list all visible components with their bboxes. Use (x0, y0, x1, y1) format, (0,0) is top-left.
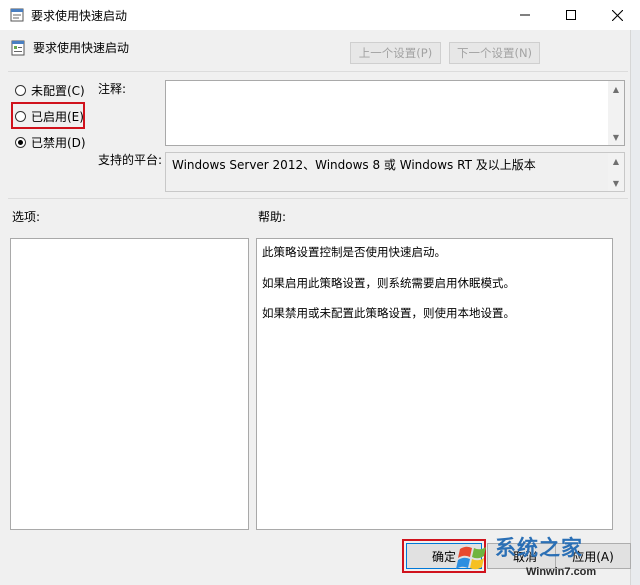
next-setting-button[interactable]: 下一个设置(N) (449, 42, 540, 64)
windows-logo-icon (456, 546, 486, 570)
annotation-highlight-enabled (11, 102, 85, 129)
radio-label: 未配置(C) (31, 84, 85, 98)
scroll-down-icon[interactable]: ▼ (608, 130, 624, 144)
supported-platform-label: 支持的平台: (98, 153, 163, 167)
header-divider (8, 71, 628, 72)
minimize-icon (520, 14, 530, 16)
policy-title: 要求使用快速启动 (33, 41, 130, 55)
help-pane: 此策略设置控制是否使用快速启动。 如果启用此策略设置，则系统需要启用休眠模式。 … (256, 238, 613, 530)
scroll-up-icon[interactable]: ▲ (608, 82, 624, 96)
help-label: 帮助: (258, 210, 287, 224)
radio-disabled[interactable]: 已禁用(D) (15, 134, 86, 151)
comment-label: 注释: (98, 82, 127, 96)
supported-platform-field: Windows Server 2012、Windows 8 或 Windows … (165, 152, 625, 192)
help-text-line: 如果启用此策略设置，则系统需要启用休眠模式。 (262, 276, 515, 290)
help-text-line: 此策略设置控制是否使用快速启动。 (262, 245, 446, 259)
options-label: 选项: (12, 210, 41, 224)
supported-platform-value: Windows Server 2012、Windows 8 或 Windows … (172, 158, 536, 172)
close-icon (611, 9, 623, 21)
radio-circle-selected (15, 137, 26, 148)
policy-setting-icon (11, 40, 25, 56)
scroll-up-icon[interactable]: ▲ (608, 154, 624, 168)
section-divider (8, 198, 628, 199)
policy-app-icon (10, 8, 24, 22)
radio-circle (15, 85, 26, 96)
maximize-icon (566, 10, 576, 20)
radio-not-configured[interactable]: 未配置(C) (15, 82, 85, 99)
watermark-brand: 系统之家 (495, 536, 583, 560)
comment-scrollbar[interactable]: ▲ ▼ (608, 81, 624, 145)
close-button[interactable] (594, 0, 640, 30)
minimize-button[interactable] (502, 0, 548, 30)
options-pane (10, 238, 249, 530)
maximize-button[interactable] (548, 0, 594, 30)
platform-scrollbar[interactable]: ▲ ▼ (608, 153, 624, 191)
previous-setting-button[interactable]: 上一个设置(P) (350, 42, 441, 64)
watermark-url: Winwin7.com (526, 566, 597, 578)
scroll-down-icon[interactable]: ▼ (608, 176, 624, 190)
help-text-line: 如果禁用或未配置此策略设置，则使用本地设置。 (262, 306, 515, 320)
background-window-edge (630, 30, 640, 585)
window-title: 要求使用快速启动 (31, 9, 128, 23)
radio-label: 已禁用(D) (31, 136, 86, 150)
comment-textarea[interactable]: ▲ ▼ (165, 80, 625, 146)
